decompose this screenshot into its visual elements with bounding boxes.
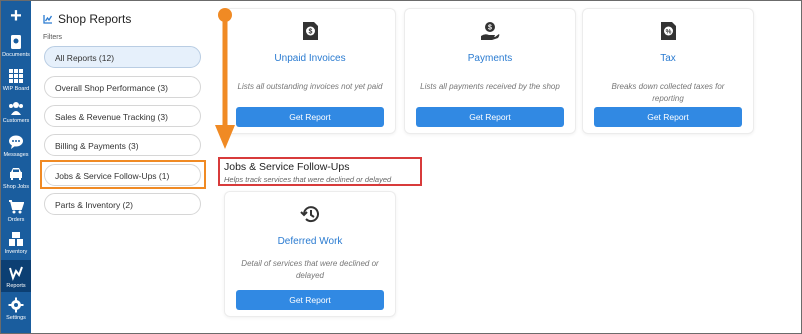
filter-sales-revenue[interactable]: Sales & Revenue Tracking (3)	[44, 105, 201, 127]
card-title[interactable]: Deferred Work	[225, 236, 395, 247]
nav-item-customers[interactable]: Customers	[1, 100, 31, 125]
add-button[interactable]: +	[1, 6, 31, 28]
card-description: Lists all outstanding invoices not yet p…	[237, 82, 383, 91]
section-subtitle: Helps track services that were declined …	[224, 175, 392, 184]
get-report-button[interactable]: Get Report	[236, 290, 384, 310]
get-report-button[interactable]: Get Report	[236, 107, 384, 127]
users-icon	[9, 102, 23, 115]
percent-document-icon: %	[661, 22, 676, 40]
filter-billing-payments[interactable]: Billing & Payments (3)	[44, 134, 201, 156]
nav-label: Orders	[7, 217, 25, 223]
plus-icon: +	[10, 5, 22, 27]
filter-parts-inventory[interactable]: Parts & Inventory (2)	[44, 193, 201, 215]
nav-item-reports[interactable]: Reports	[1, 260, 31, 292]
boxes-icon	[9, 232, 23, 246]
left-nav: + Documents WIP Board Customers Messages…	[1, 1, 31, 333]
nav-item-settings[interactable]: Settings	[1, 297, 31, 322]
history-icon	[300, 206, 319, 223]
nav-label: Settings	[6, 315, 26, 321]
nav-label: WIP Board	[2, 86, 30, 92]
nav-item-inventory[interactable]: Inventory	[1, 231, 31, 256]
get-report-button[interactable]: Get Report	[594, 107, 742, 127]
card-description: Lists all payments received by the shop	[420, 82, 560, 91]
chat-icon	[9, 135, 23, 149]
annotation-arrow	[215, 8, 235, 149]
sidebar-title: Shop Reports	[43, 12, 131, 26]
nav-item-messages[interactable]: Messages	[1, 134, 31, 159]
nav-label: Reports	[6, 283, 26, 289]
documents-icon	[11, 35, 21, 49]
report-card-deferred-work: Deferred Work Detail of services that we…	[224, 191, 396, 317]
card-description: Detail of services that were declined or…	[241, 259, 379, 280]
nav-item-orders[interactable]: Orders	[1, 199, 31, 224]
section-title: Jobs & Service Follow-Ups	[224, 161, 350, 173]
sidebar-title-text: Shop Reports	[58, 12, 132, 26]
nav-item-shop-jobs[interactable]: Shop Jobs	[1, 166, 31, 191]
reports-chart-icon	[43, 15, 53, 24]
nav-label: Inventory	[4, 249, 28, 255]
dollar-document-icon: $	[303, 22, 318, 40]
nav-item-wip-board[interactable]: WIP Board	[1, 68, 31, 93]
card-title[interactable]: Tax	[583, 53, 753, 64]
svg-text:$: $	[488, 25, 492, 32]
grid-icon	[9, 69, 23, 83]
filter-all-reports[interactable]: All Reports (12)	[44, 46, 201, 68]
highlight-box-orange	[40, 160, 206, 189]
car-icon	[10, 168, 22, 180]
report-card-unpaid-invoices: $ Unpaid Invoices Lists all outstanding …	[224, 8, 396, 134]
nav-label: Messages	[3, 152, 29, 158]
filters-label: Filters	[43, 34, 63, 41]
payment-hand-icon: $	[481, 22, 500, 40]
nav-label: Customers	[2, 118, 30, 124]
card-title[interactable]: Unpaid Invoices	[225, 53, 395, 64]
gear-icon	[8, 297, 24, 313]
card-title[interactable]: Payments	[405, 53, 575, 64]
cart-icon	[9, 200, 24, 214]
report-card-payments: $ Payments Lists all payments received b…	[404, 8, 576, 134]
card-description: Breaks down collected taxes for reportin…	[611, 82, 725, 103]
get-report-button[interactable]: Get Report	[416, 107, 564, 127]
reports-icon	[9, 266, 23, 281]
nav-label: Documents	[2, 52, 30, 58]
svg-text:%: %	[666, 29, 672, 36]
nav-label: Shop Jobs	[3, 184, 29, 190]
svg-text:$: $	[309, 29, 313, 36]
nav-item-documents[interactable]: Documents	[1, 34, 31, 59]
report-card-tax: % Tax Breaks down collected taxes for re…	[582, 8, 754, 134]
filter-overall-shop-performance[interactable]: Overall Shop Performance (3)	[44, 76, 201, 98]
